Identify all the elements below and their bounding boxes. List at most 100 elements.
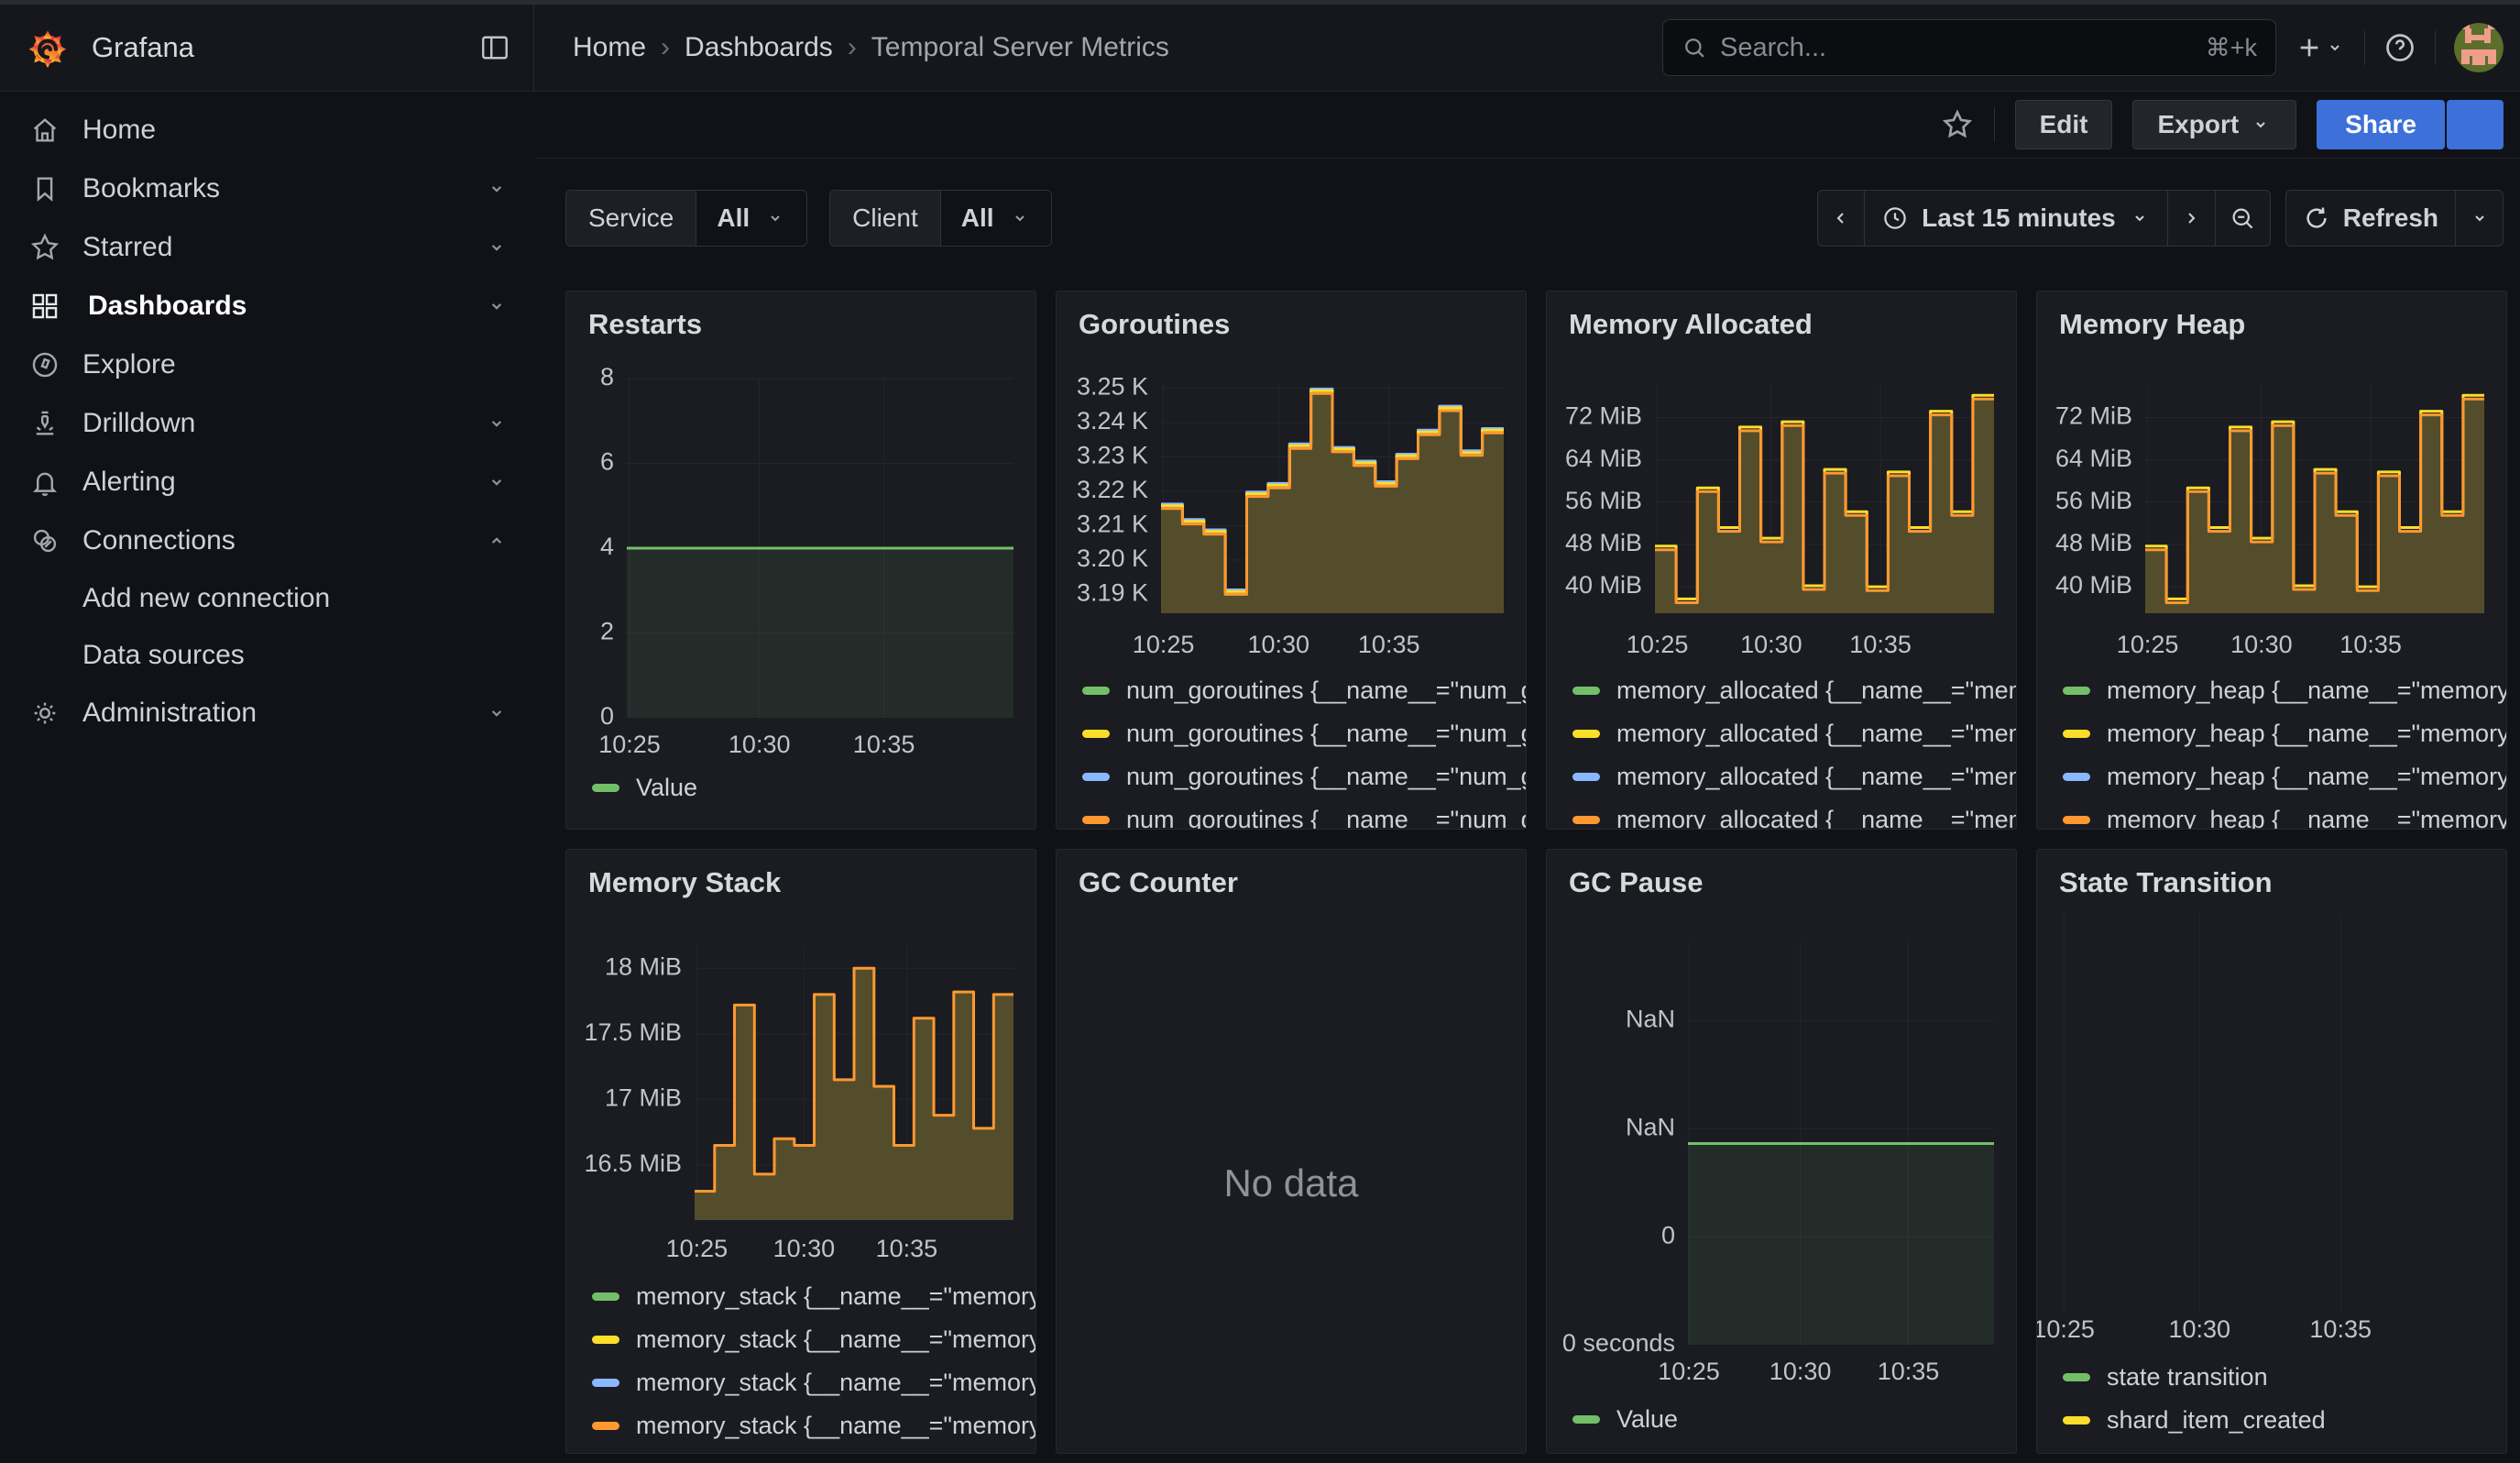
legend-swatch[interactable] [1082,687,1110,695]
search-input[interactable] [1720,33,2193,63]
legend-label[interactable]: memory_stack {__name__="memory_s [636,1326,1035,1354]
x-tick-label: 10:35 [1878,1358,1940,1385]
legend-label[interactable]: memory_heap {__name__="memory_h [2107,676,2506,705]
search-box[interactable]: ⌘+k [1662,19,2276,76]
time-shift-back-button[interactable] [1817,190,1865,247]
legend-label[interactable]: num_goroutines {__name__="num_go [1126,763,1526,791]
export-button[interactable]: Export [2132,100,2296,149]
y-tick-label: 3.20 K [1077,544,1148,572]
refresh-button[interactable]: Refresh [2285,190,2456,247]
legend-label[interactable]: memory_stack {__name__="memory_s [636,1412,1035,1440]
panel-legend: Value [1547,1398,2016,1441]
legend-label[interactable]: num_goroutines {__name__="num_go [1126,676,1526,705]
y-tick-label: 56 MiB [1565,487,1642,514]
chevron-down-icon[interactable] [485,412,509,435]
favorite-star-button[interactable] [1941,108,1974,141]
legend-swatch[interactable] [2063,687,2090,695]
legend-swatch[interactable] [2063,730,2090,738]
user-avatar[interactable] [2454,23,2504,72]
sidebar-item-add-new-connection[interactable]: Add new connection [0,570,534,627]
legend-label[interactable]: Value [1616,1405,1678,1434]
legend-label[interactable]: memory_allocated {__name__="memo [1616,763,2016,791]
legend-swatch[interactable] [1572,816,1600,824]
legend-swatch[interactable] [1572,1415,1600,1424]
restarts-chart[interactable]: 8642010:2510:3010:35 [566,292,1035,829]
legend-swatch[interactable] [2063,1416,2090,1424]
panel-title[interactable]: GC Pause [1569,866,1703,899]
legend-label[interactable]: num_goroutines {__name__="num_go [1126,720,1526,748]
legend-swatch[interactable] [592,1292,619,1301]
legend-swatch[interactable] [592,1422,619,1430]
y-tick-label: 16.5 MiB [584,1150,682,1177]
legend-label[interactable]: Value [636,774,697,802]
panel-title[interactable]: State Transition [2059,866,2273,899]
panel-title[interactable]: Memory Stack [588,866,781,899]
legend-label[interactable]: memory_allocated {__name__="memo [1616,676,2016,705]
legend-swatch[interactable] [1572,773,1600,781]
edit-button[interactable]: Edit [2015,100,2113,149]
share-menu-button[interactable] [2447,100,2504,149]
zoom-out-button[interactable] [2216,190,2271,247]
time-range-picker[interactable]: Last 15 minutes [1865,190,2168,247]
sidebar-item-alerting[interactable]: Alerting [0,453,534,512]
dashboard-subheader: Edit Export Share [534,92,2520,159]
chevron-up-icon[interactable] [485,529,509,553]
legend-label[interactable]: memory_heap {__name__="memory_h [2107,763,2506,791]
legend-swatch[interactable] [592,1336,619,1344]
legend-swatch[interactable] [1572,687,1600,695]
sidebar-item-label: Drilldown [82,408,195,439]
legend-label[interactable]: memory_stack {__name__="memory_s [636,1369,1035,1397]
legend-swatch[interactable] [1082,773,1110,781]
panel-title[interactable]: Restarts [588,308,702,341]
legend-label[interactable]: memory_allocated {__name__="memo [1616,720,2016,748]
sidebar-item-bookmarks[interactable]: Bookmarks [0,160,534,218]
chevron-down-icon[interactable] [485,470,509,494]
legend-swatch[interactable] [2063,1373,2090,1381]
legend-swatch[interactable] [2063,816,2090,824]
sidebar-item-home[interactable]: Home [0,101,534,160]
gc-pause-chart[interactable]: NaNNaN00 seconds10:2510:3010:35 [1547,850,2016,1453]
sidebar-item-drilldown[interactable]: Drilldown [0,394,534,453]
panel-title[interactable]: Memory Allocated [1569,308,1813,341]
breadcrumb-item-dashboards[interactable]: Dashboards [685,32,833,63]
sidebar-item-explore[interactable]: Explore [0,336,534,394]
panel-title[interactable]: Memory Heap [2059,308,2245,341]
sidebar-item-data-sources[interactable]: Data sources [0,627,534,684]
zoom-out-icon [2229,204,2256,232]
legend-swatch[interactable] [2063,773,2090,781]
sidebar-item-starred[interactable]: Starred [0,218,534,277]
x-tick-label: 10:25 [2037,1315,2095,1343]
legend-label[interactable]: memory_stack {__name__="memory_s [636,1282,1035,1311]
legend-label[interactable]: state transition [2107,1363,2268,1392]
breadcrumb-item-home[interactable]: Home [573,32,646,63]
chevron-down-icon[interactable] [485,236,509,259]
sidebar-toggle-icon[interactable] [478,31,511,64]
legend-label[interactable]: memory_heap {__name__="memory_h [2107,720,2506,748]
share-button[interactable]: Share [2317,100,2445,149]
search-shortcut: ⌘+k [2206,34,2257,62]
legend-label[interactable]: num_goroutines {__name__="num_go [1126,806,1526,830]
panel-title[interactable]: GC Counter [1079,866,1238,899]
legend-swatch[interactable] [1082,730,1110,738]
panel-title[interactable]: Goroutines [1079,308,1230,341]
breadcrumb-item-temporal-server-metrics: Temporal Server Metrics [871,32,1169,63]
legend-swatch[interactable] [1082,816,1110,824]
chevron-down-icon[interactable] [485,701,509,725]
legend-swatch[interactable] [592,1379,619,1387]
legend-label[interactable]: shard_item_created [2107,1406,2326,1435]
legend-swatch[interactable] [592,784,619,792]
legend-label[interactable]: memory_heap {__name__="memory_h [2107,806,2506,830]
refresh-interval-button[interactable] [2456,190,2504,247]
service-filter-value[interactable]: All [696,191,806,246]
client-filter-value[interactable]: All [941,191,1051,246]
chevron-down-icon[interactable] [485,177,509,201]
time-shift-forward-button[interactable] [2168,190,2216,247]
legend-swatch[interactable] [1572,730,1600,738]
sidebar-item-administration[interactable]: Administration [0,684,534,742]
add-button[interactable] [2295,33,2346,62]
sidebar-item-dashboards[interactable]: Dashboards [0,277,534,336]
legend-label[interactable]: memory_allocated {__name__="memo [1616,806,2016,830]
sidebar-item-connections[interactable]: Connections [0,512,534,570]
chevron-down-icon[interactable] [485,294,509,318]
help-button[interactable] [2383,31,2416,64]
